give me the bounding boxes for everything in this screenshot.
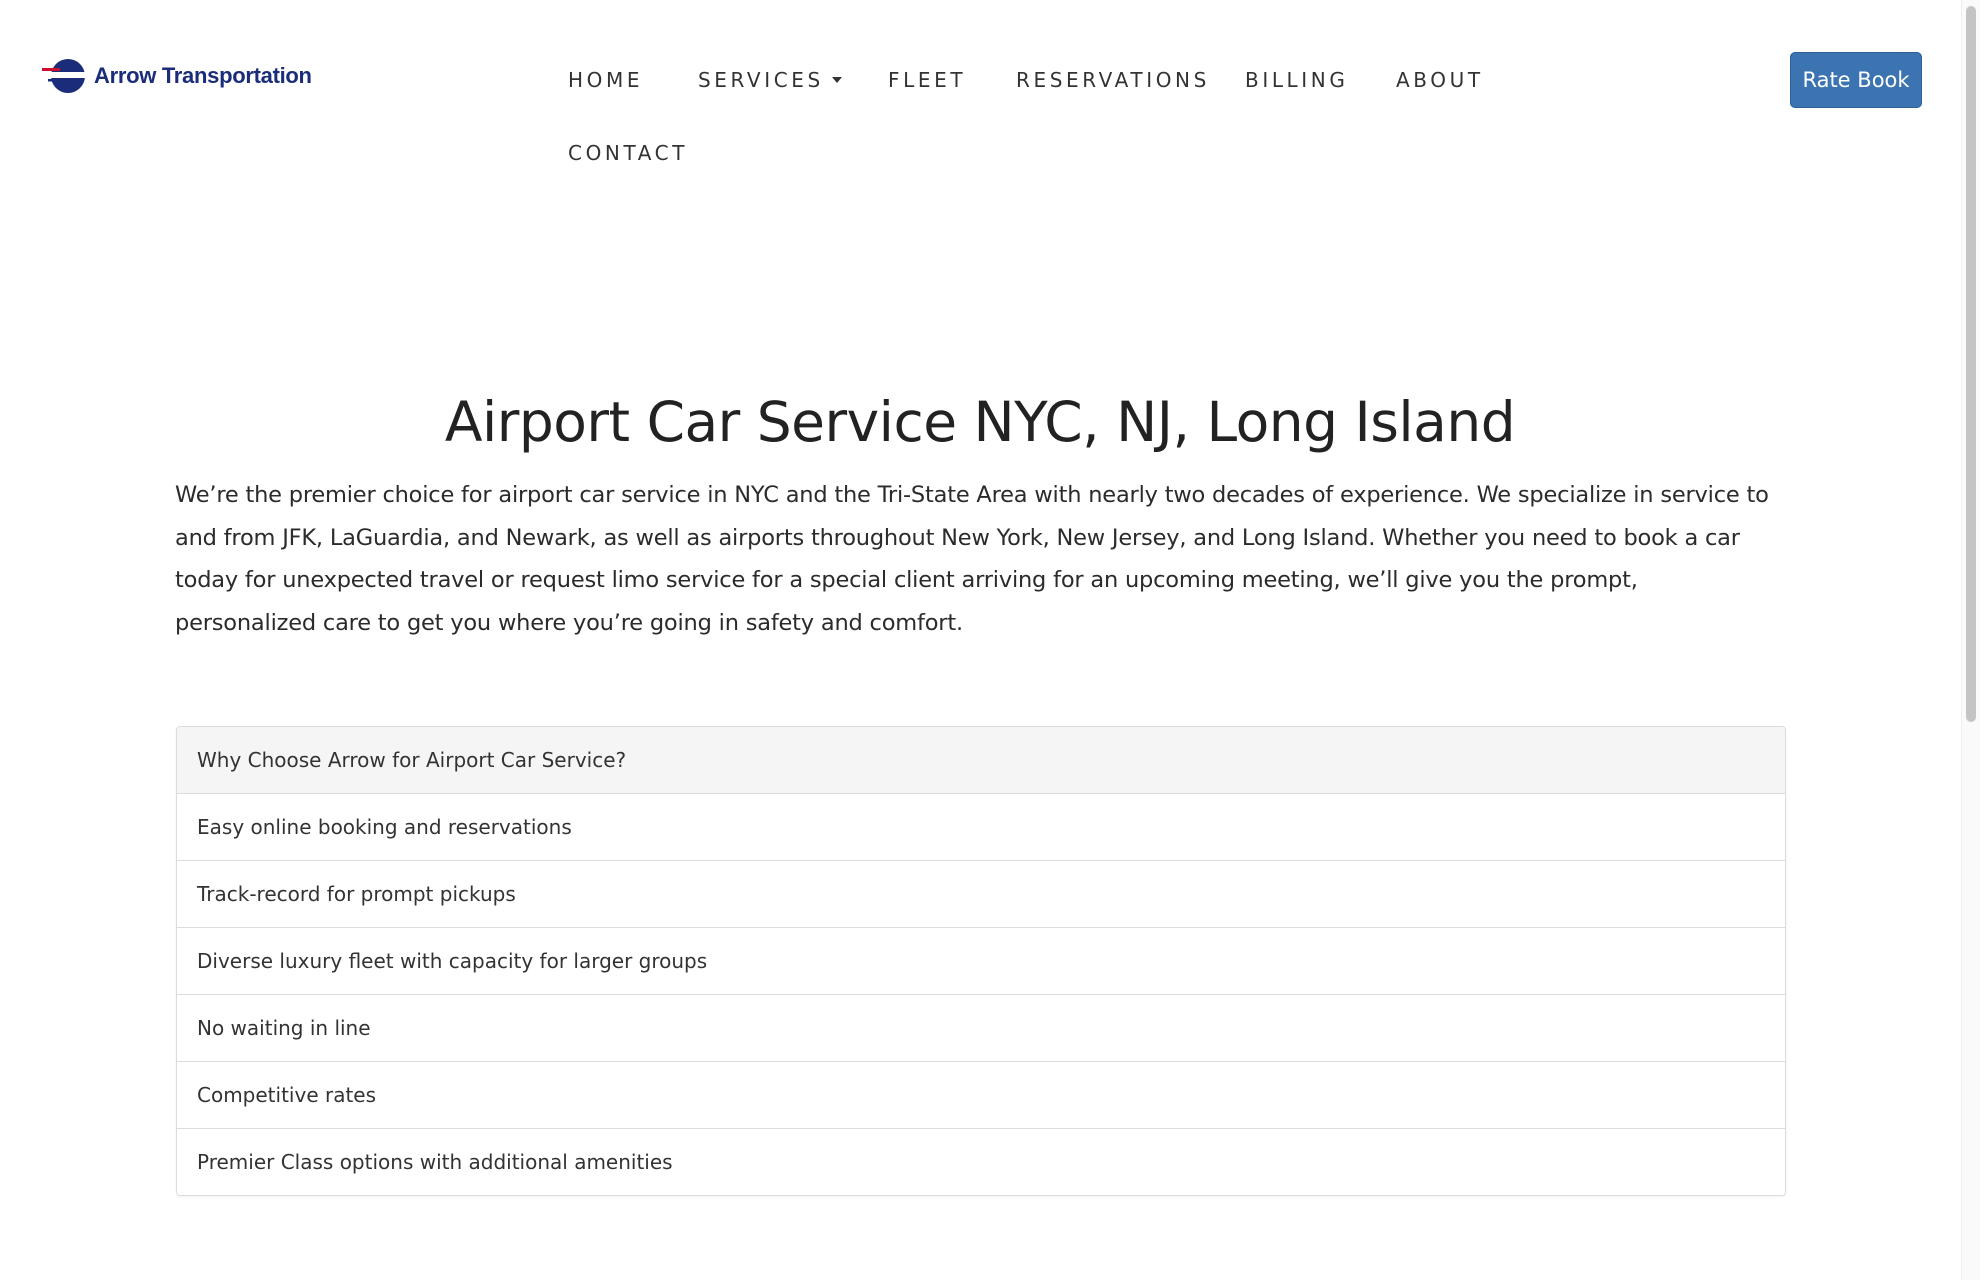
vertical-scrollbar[interactable]: [1961, 0, 1980, 1280]
nav-contact[interactable]: CONTACT: [568, 133, 688, 173]
why-choose-panel: Why Choose Arrow for Airport Car Service…: [176, 726, 1786, 1196]
list-item: Competitive rates: [177, 1062, 1785, 1129]
nav-home[interactable]: HOME: [568, 60, 643, 100]
nav-services[interactable]: SERVICES: [698, 60, 842, 100]
panel-heading: Why Choose Arrow for Airport Car Service…: [177, 727, 1785, 794]
list-item: Track-record for prompt pickups: [177, 861, 1785, 928]
nav-about-label: ABOUT: [1396, 68, 1484, 92]
nav-home-label: HOME: [568, 68, 644, 92]
nav-fleet[interactable]: FLEET: [888, 60, 966, 100]
nav-billing-label: BILLING: [1245, 68, 1349, 92]
list-item: Diverse luxury fleet with capacity for l…: [177, 928, 1785, 995]
list-item: No waiting in line: [177, 995, 1785, 1062]
caret-down-icon: [831, 76, 842, 83]
list-item: Premier Class options with additional am…: [177, 1129, 1785, 1195]
nav-billing[interactable]: BILLING: [1245, 60, 1348, 100]
brand-name: Arrow Transportation: [94, 63, 312, 88]
intro-paragraph: We’re the premier choice for airport car…: [175, 482, 1769, 636]
nav-contact-label: CONTACT: [568, 141, 689, 165]
nav-reservations-label: RESERVATIONS: [1016, 68, 1210, 92]
rate-book-button[interactable]: Rate Book: [1790, 52, 1922, 108]
list-item: Easy online booking and reservations: [177, 794, 1785, 861]
nav-fleet-label: FLEET: [888, 68, 967, 92]
arrow-logo-icon: [42, 59, 88, 93]
page-title: Airport Car Service NYC, NJ, Long Island: [444, 390, 1516, 454]
nav-services-label: SERVICES: [698, 68, 824, 92]
brand-logo[interactable]: Arrow Transportation: [40, 52, 312, 100]
scrollbar-thumb[interactable]: [1966, 6, 1976, 722]
nav-reservations[interactable]: RESERVATIONS: [1016, 60, 1210, 100]
page: Arrow Transportation HOME SERVICES FLEET…: [0, 0, 1980, 1280]
nav-about[interactable]: ABOUT: [1396, 60, 1484, 100]
